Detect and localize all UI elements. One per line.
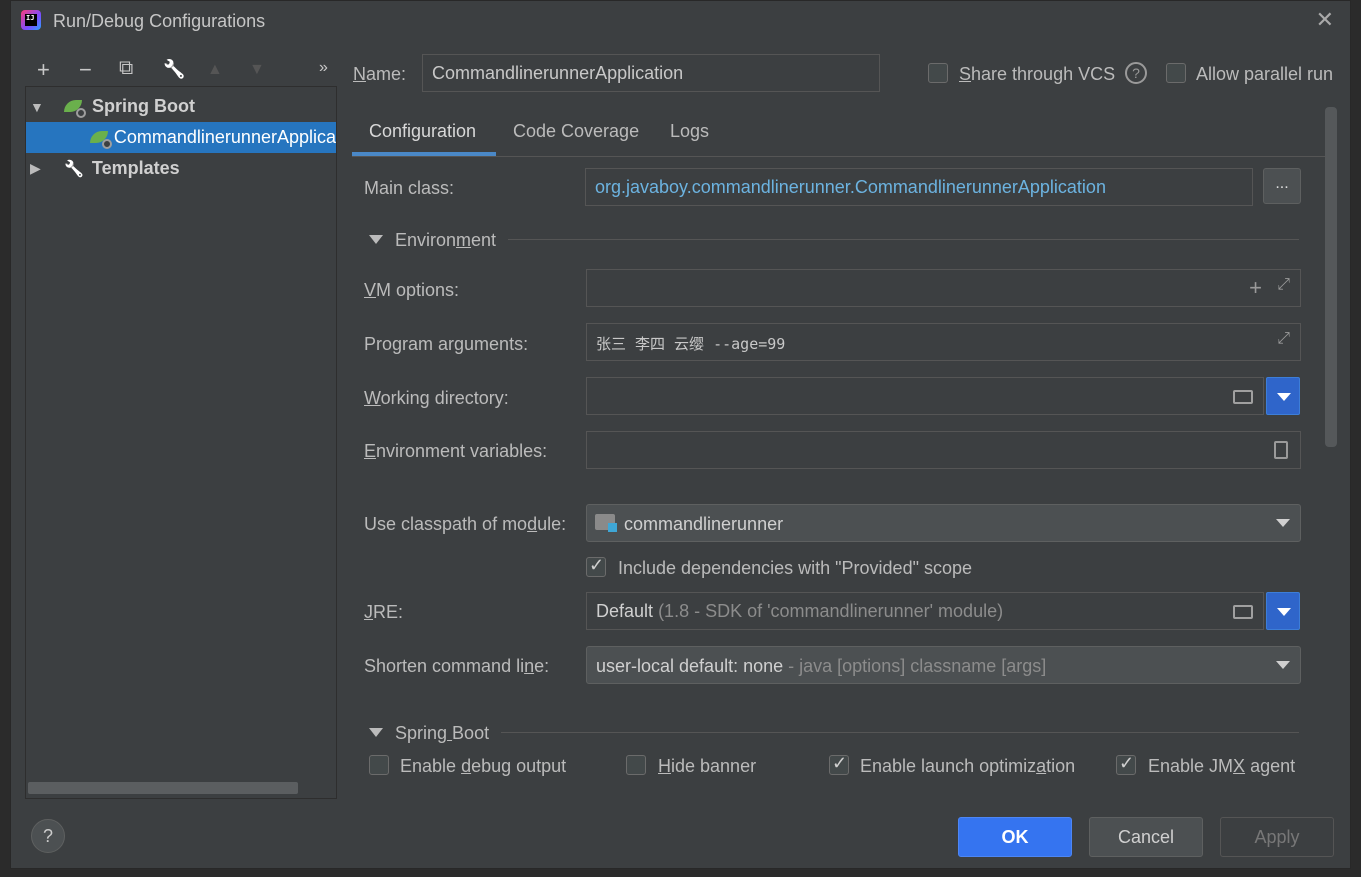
tree-item-commandlinerunner[interactable]: CommandlinerunnerApplica <box>26 122 336 153</box>
jre-label: JRE: <box>364 602 404 622</box>
working-dir-field[interactable] <box>586 377 1264 415</box>
edit-defaults-wrench-icon[interactable]: 🔧 <box>163 59 185 80</box>
classpath-module-combo[interactable]: commandlinerunner <box>586 504 1301 542</box>
main-class-field[interactable]: org.javaboy.commandlinerunner.Commandlin… <box>585 168 1253 206</box>
collapse-arrow-icon[interactable]: ▶ <box>30 160 50 177</box>
spring-boot-icon <box>64 99 86 118</box>
cancel-button[interactable]: Cancel <box>1089 817 1203 857</box>
remove-config-button[interactable]: − <box>79 57 92 83</box>
add-config-button[interactable]: + <box>37 57 50 83</box>
program-args-label: Program arguments: <box>364 334 529 354</box>
tree-group-spring-boot[interactable]: ▼ Spring Boot <box>26 91 336 122</box>
title-bar: IJ Run/Debug Configurations ✕ <box>11 1 1350 41</box>
program-args-field[interactable]: 张三 李四 云缨 --age=99 ⤢ <box>586 323 1301 361</box>
move-up-button[interactable]: ▲ <box>207 61 223 79</box>
help-button[interactable]: ? <box>31 819 65 853</box>
hide-banner-label: Hide banner <box>658 756 757 776</box>
close-icon[interactable]: ✕ <box>1316 7 1334 33</box>
help-icon[interactable]: ? <box>1125 62 1147 84</box>
vm-options-label: VM options: <box>364 280 460 300</box>
main-class-label: Main class: <box>364 178 455 198</box>
vm-options-field[interactable]: + ⤢ <box>586 269 1301 307</box>
apply-button[interactable]: Apply <box>1220 817 1334 857</box>
templates-label: Templates <box>91 158 180 178</box>
name-label: Name: <box>353 64 407 84</box>
tree-item-label: CommandlinerunnerApplica <box>113 127 336 147</box>
move-down-button[interactable]: ▼ <box>249 61 265 79</box>
jmx-agent-checkbox[interactable] <box>1116 753 1136 775</box>
jre-dropdown-button[interactable] <box>1266 592 1300 630</box>
form-vertical-scrollbar[interactable] <box>1325 107 1337 447</box>
debug-output-checkbox[interactable] <box>369 755 389 775</box>
launch-opt-checkbox[interactable] <box>829 753 849 775</box>
spring-boot-app-icon <box>90 130 112 149</box>
tree-horizontal-scrollbar[interactable] <box>28 782 298 794</box>
ide-background <box>0 0 10 877</box>
environment-toggle-icon[interactable] <box>369 235 383 244</box>
working-dir-label: Working directory: <box>364 388 509 408</box>
spring-boot-toggle-icon[interactable] <box>369 728 383 737</box>
folder-icon[interactable] <box>1233 605 1253 619</box>
chevron-down-icon <box>1276 519 1290 527</box>
shorten-cmd-combo[interactable]: user-local default: none - java [options… <box>586 646 1301 684</box>
expand-arrow-icon[interactable]: ▼ <box>30 99 50 115</box>
plus-icon[interactable]: + <box>1249 275 1262 301</box>
module-folder-icon <box>595 514 617 532</box>
hide-banner-checkbox[interactable] <box>626 755 646 775</box>
expand-icon[interactable]: ⤢ <box>1277 276 1290 294</box>
browse-main-class-button[interactable]: ... <box>1263 168 1301 204</box>
tab-separator <box>352 156 1325 157</box>
env-vars-field[interactable] <box>586 431 1301 469</box>
include-deps-checkbox[interactable] <box>586 555 606 577</box>
jre-field[interactable]: Default (1.8 - SDK of 'commandlinerunner… <box>586 592 1264 630</box>
launch-opt-label: Enable launch optimization <box>860 756 1076 776</box>
env-vars-label: Environment variables: <box>364 441 548 461</box>
edit-list-icon[interactable] <box>1274 441 1288 459</box>
allow-parallel-checkbox[interactable] <box>1166 63 1186 83</box>
tab-code-coverage[interactable]: Code Coverage <box>513 121 639 142</box>
tab-logs[interactable]: Logs <box>670 121 709 142</box>
intellij-app-icon: IJ <box>21 10 41 30</box>
tree-group-label: Spring Boot <box>92 96 195 116</box>
environment-separator <box>508 239 1299 240</box>
run-debug-dialog: IJ Run/Debug Configurations ✕ + − ⧉ 🔧 ▲ … <box>10 0 1351 869</box>
include-deps-label: Include dependencies with "Provided" sco… <box>618 558 973 578</box>
working-dir-dropdown-button[interactable] <box>1266 377 1300 415</box>
folder-icon[interactable] <box>1233 390 1253 404</box>
classpath-label: Use classpath of module: <box>364 514 567 534</box>
tab-configuration[interactable]: Configuration <box>369 121 476 142</box>
share-vcs-checkbox[interactable] <box>928 63 948 83</box>
debug-output-label: Enable debug output <box>400 756 567 776</box>
dialog-title: Run/Debug Configurations <box>53 11 266 31</box>
share-vcs-label: Share through VCS <box>959 64 1116 84</box>
name-field[interactable]: CommandlinerunnerApplication <box>422 54 880 92</box>
ok-button[interactable]: OK <box>958 817 1072 857</box>
tree-group-templates[interactable]: ▶ 🔧 Templates <box>26 153 336 184</box>
spring-boot-section-label: Spring Boot <box>395 723 490 743</box>
copy-config-button[interactable]: ⧉ <box>119 57 133 80</box>
jmx-agent-label: Enable JMX agent <box>1148 756 1296 776</box>
chevron-down-icon <box>1276 661 1290 669</box>
environment-section-label: Environment <box>395 230 497 250</box>
expand-icon[interactable]: ⤢ <box>1277 330 1290 348</box>
shorten-cmd-label: Shorten command line: <box>364 656 550 676</box>
spring-boot-separator <box>501 732 1299 733</box>
more-toolbar-icon[interactable]: » <box>319 59 328 77</box>
allow-parallel-label: Allow parallel run <box>1196 64 1334 84</box>
config-tree: ▼ Spring Boot CommandlinerunnerApplica ▶… <box>25 86 337 799</box>
wrench-icon: 🔧 <box>64 160 84 178</box>
